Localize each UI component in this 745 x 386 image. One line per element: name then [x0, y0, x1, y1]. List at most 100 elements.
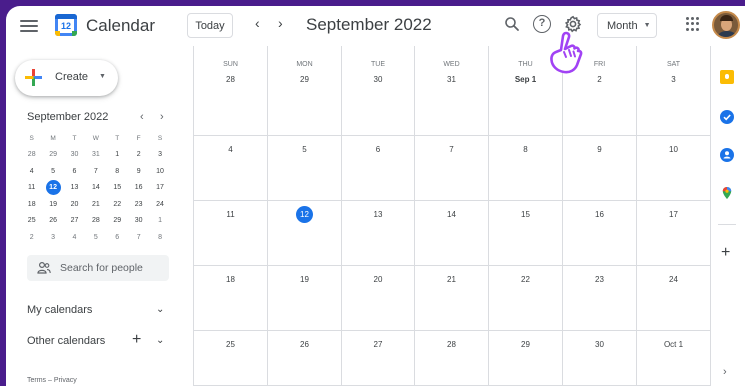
day-cell[interactable]: 18 — [194, 266, 268, 330]
day-number[interactable]: 5 — [268, 145, 341, 154]
get-add-ons-button[interactable]: + — [721, 244, 730, 262]
contacts-icon[interactable] — [720, 148, 734, 162]
day-cell[interactable]: 15 — [489, 201, 563, 265]
mini-calendar-day[interactable]: 28 — [85, 217, 106, 224]
day-cell[interactable]: SUN 28 — [194, 46, 268, 135]
tasks-icon[interactable] — [720, 110, 734, 124]
day-cell[interactable]: 17 — [637, 201, 711, 265]
mini-calendar-day[interactable]: 20 — [64, 201, 85, 208]
day-number[interactable]: 4 — [194, 145, 267, 154]
day-cell[interactable]: 19 — [268, 266, 342, 330]
chevron-down-icon[interactable]: ⌄ — [156, 335, 164, 346]
day-cell[interactable]: 25 — [194, 331, 268, 385]
day-number[interactable]: 28 — [415, 340, 488, 349]
mini-calendar-prev-button[interactable]: ‹ — [140, 111, 144, 123]
day-cell[interactable]: 29 — [489, 331, 563, 385]
mini-calendar-day[interactable]: 14 — [85, 184, 106, 191]
day-number[interactable]: 21 — [415, 275, 488, 284]
my-calendars-label[interactable]: My calendars — [27, 304, 92, 316]
mini-calendar-next-button[interactable]: › — [160, 111, 164, 123]
day-number[interactable]: 22 — [489, 275, 562, 284]
day-number[interactable]: 29 — [268, 75, 341, 84]
day-cell[interactable]: 8 — [489, 136, 563, 200]
today-button[interactable]: Today — [187, 13, 233, 38]
mini-calendar-day[interactable]: 5 — [42, 168, 63, 175]
day-cell[interactable]: 11 — [194, 201, 268, 265]
previous-period-button[interactable]: ‹ — [255, 15, 260, 31]
day-number[interactable]: 12 — [268, 206, 341, 223]
day-cell[interactable]: 26 — [268, 331, 342, 385]
day-cell[interactable]: 5 — [268, 136, 342, 200]
day-cell[interactable]: 30 — [563, 331, 637, 385]
show-side-panel-button[interactable]: › — [723, 366, 727, 378]
mini-calendar-day[interactable]: 17 — [149, 184, 170, 191]
day-number[interactable]: 23 — [563, 275, 636, 284]
day-number[interactable]: 7 — [415, 145, 488, 154]
mini-calendar-day[interactable]: 29 — [107, 217, 128, 224]
view-selector[interactable]: Month ▼ — [597, 13, 657, 38]
create-button[interactable]: Create ▼ — [15, 60, 118, 96]
day-number[interactable]: 6 — [342, 145, 414, 154]
day-cell[interactable]: 7 — [415, 136, 489, 200]
day-cell[interactable]: 12 — [268, 201, 342, 265]
day-number[interactable]: Oct 1 — [637, 340, 710, 349]
day-cell[interactable]: 20 — [342, 266, 415, 330]
day-cell[interactable]: 28 — [415, 331, 489, 385]
day-cell[interactable]: WED 31 — [415, 46, 489, 135]
apps-button[interactable] — [686, 17, 700, 31]
account-avatar[interactable] — [712, 11, 740, 39]
day-cell[interactable]: TUE 30 — [342, 46, 415, 135]
mini-calendar-day[interactable]: 29 — [42, 151, 63, 158]
keep-icon[interactable] — [720, 70, 734, 84]
mini-calendar-day[interactable]: 16 — [128, 184, 149, 191]
mini-calendar-day[interactable]: 23 — [128, 201, 149, 208]
mini-calendar-day[interactable]: 30 — [128, 217, 149, 224]
chevron-down-icon[interactable]: ⌄ — [156, 304, 164, 315]
day-number[interactable]: 17 — [637, 210, 710, 219]
mini-calendar-day[interactable]: 5 — [85, 234, 106, 241]
day-cell[interactable]: 10 — [637, 136, 711, 200]
other-calendars-label[interactable]: Other calendars — [27, 335, 105, 347]
day-number[interactable]: 11 — [194, 210, 267, 219]
day-number[interactable]: 2 — [563, 75, 636, 84]
day-number[interactable]: Sep 1 — [489, 75, 562, 84]
mini-calendar-day[interactable]: 6 — [107, 234, 128, 241]
footer-terms[interactable]: Terms – Privacy — [27, 377, 77, 384]
day-number[interactable]: 13 — [342, 210, 414, 219]
day-cell[interactable]: MON 29 — [268, 46, 342, 135]
mini-calendar-day[interactable]: 8 — [107, 168, 128, 175]
day-cell[interactable]: 24 — [637, 266, 711, 330]
day-number[interactable]: 14 — [415, 210, 488, 219]
mini-calendar-day[interactable]: 30 — [64, 151, 85, 158]
mini-calendar-day[interactable]: 2 — [21, 234, 42, 241]
mini-calendar-day[interactable]: 25 — [21, 217, 42, 224]
day-cell[interactable]: 23 — [563, 266, 637, 330]
mini-calendar-day[interactable]: 1 — [107, 151, 128, 158]
mini-calendar-day[interactable]: 27 — [64, 217, 85, 224]
mini-calendar-day[interactable]: 4 — [64, 234, 85, 241]
add-other-calendar-button[interactable]: + — [132, 331, 141, 349]
mini-calendar-day[interactable]: 31 — [85, 151, 106, 158]
mini-calendar-day[interactable]: 6 — [64, 168, 85, 175]
mini-calendar-day[interactable]: 13 — [64, 184, 85, 191]
maps-icon[interactable] — [720, 186, 734, 200]
day-number[interactable]: 8 — [489, 145, 562, 154]
day-number[interactable]: 16 — [563, 210, 636, 219]
mini-calendar-day[interactable]: 26 — [42, 217, 63, 224]
mini-calendar-day[interactable]: 2 — [128, 151, 149, 158]
mini-calendar-day[interactable]: 19 — [42, 201, 63, 208]
mini-calendar-day[interactable]: 21 — [85, 201, 106, 208]
mini-calendar-day[interactable]: 11 — [21, 184, 42, 191]
day-number[interactable]: 18 — [194, 275, 267, 284]
mini-calendar-day[interactable]: 15 — [107, 184, 128, 191]
day-cell[interactable]: 22 — [489, 266, 563, 330]
day-number[interactable]: 24 — [637, 275, 710, 284]
mini-calendar-day[interactable]: 22 — [107, 201, 128, 208]
day-cell[interactable]: SAT 3 — [637, 46, 711, 135]
mini-calendar-day[interactable]: 8 — [149, 234, 170, 241]
mini-calendar-day[interactable]: 3 — [42, 234, 63, 241]
day-number[interactable]: 30 — [342, 75, 414, 84]
day-cell[interactable]: Oct 1 — [637, 331, 711, 385]
search-button[interactable] — [504, 16, 520, 32]
mini-calendar-day[interactable]: 1 — [149, 217, 170, 224]
